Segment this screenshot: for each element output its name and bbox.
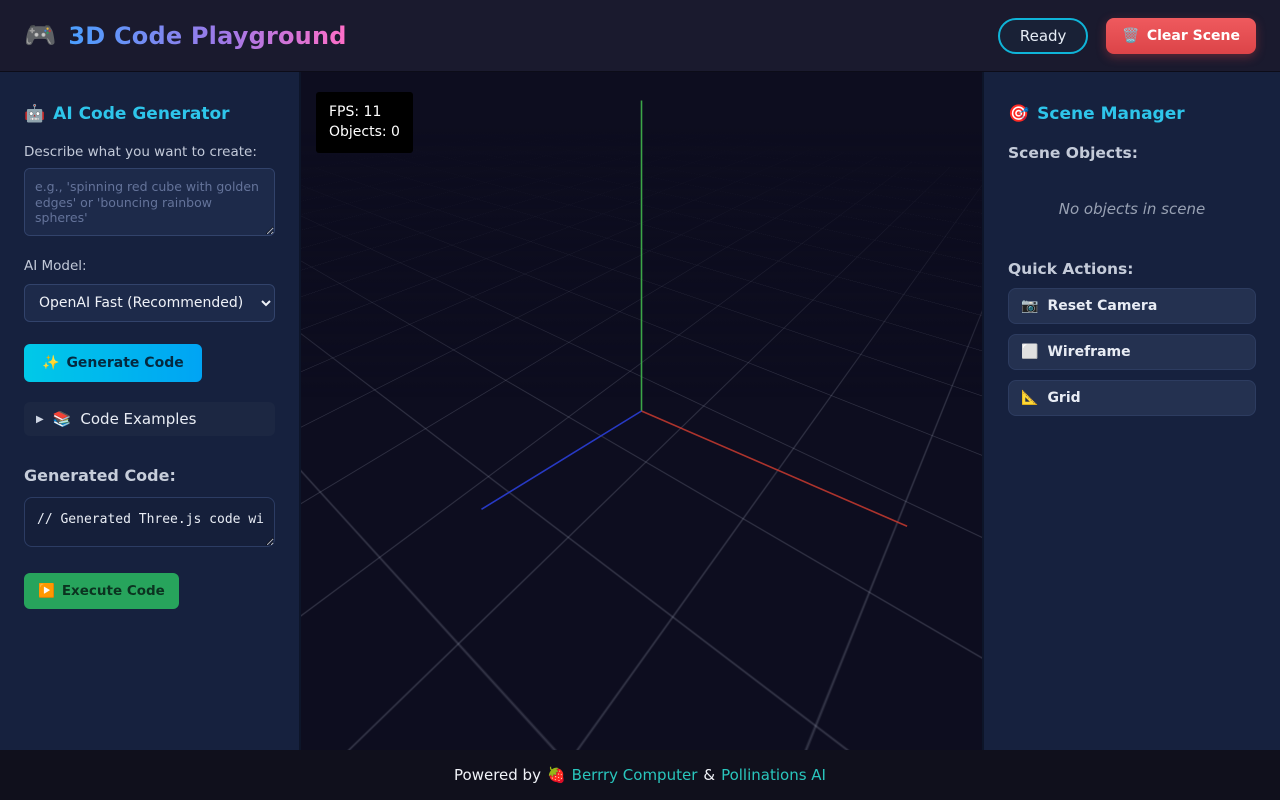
generated-code-box[interactable]: // Generated Three.js code wi — [24, 497, 275, 547]
grid-button[interactable]: 📐 Grid — [1008, 380, 1256, 416]
x-axis-line — [642, 411, 908, 526]
stats-overlay: FPS: 11 Objects: 0 — [316, 92, 413, 153]
z-axis-line — [481, 411, 641, 509]
footer: Powered by 🍓 Berrry Computer & Pollinati… — [0, 750, 1280, 800]
sparkles-icon: ✨ — [42, 355, 59, 371]
describe-label: Describe what you want to create: — [24, 144, 275, 160]
chevron-right-icon: ▶ — [36, 414, 44, 425]
books-icon: 📚 — [53, 410, 72, 428]
target-icon: 🎯 — [1008, 104, 1029, 124]
play-icon: ▶️ — [38, 583, 55, 599]
header: 🎮 3D Code Playground Ready 🗑️ Clear Scen… — [0, 0, 1280, 72]
grid-label: Grid — [1047, 390, 1080, 406]
scene-objects-empty-message: No objects in scene — [1008, 200, 1256, 218]
generated-code-heading: Generated Code: — [24, 466, 275, 485]
execute-code-label: Execute Code — [62, 583, 165, 599]
app-root: 🎮 3D Code Playground Ready 🗑️ Clear Scen… — [0, 0, 1280, 800]
scene-manager-title: 🎯 Scene Manager — [1008, 104, 1256, 124]
ai-generator-panel: 🤖 AI Code Generator Describe what you wa… — [0, 72, 301, 750]
wireframe-button[interactable]: ⬜ Wireframe — [1008, 334, 1256, 370]
pollinations-ai-link[interactable]: Pollinations AI — [721, 766, 826, 784]
ai-generator-title: 🤖 AI Code Generator — [24, 104, 275, 124]
model-label: AI Model: — [24, 258, 275, 274]
viewport-canvas[interactable]: FPS: 11 Objects: 0 — [301, 72, 982, 750]
berrry-computer-link[interactable]: Berrry Computer — [572, 766, 698, 784]
model-select[interactable]: OpenAI Fast (Recommended) — [24, 284, 275, 322]
objects-counter: Objects: 0 — [329, 122, 400, 142]
clear-scene-label: Clear Scene — [1147, 28, 1240, 44]
gamepad-icon: 🎮 — [24, 21, 56, 51]
app-title: 3D Code Playground — [68, 22, 346, 50]
execute-code-button[interactable]: ▶️ Execute Code — [24, 573, 179, 609]
generate-code-label: Generate Code — [66, 355, 183, 371]
reset-camera-label: Reset Camera — [1047, 298, 1157, 314]
reset-camera-button[interactable]: 📷 Reset Camera — [1008, 288, 1256, 324]
square-icon: ⬜ — [1021, 344, 1038, 360]
footer-separator: & — [703, 766, 715, 784]
wireframe-label: Wireframe — [1047, 344, 1130, 360]
powered-by-text: Powered by — [454, 766, 541, 784]
code-examples-label: Code Examples — [80, 410, 196, 428]
scene-manager-panel: 🎯 Scene Manager Scene Objects: No object… — [982, 72, 1280, 750]
ruler-icon: 📐 — [1021, 390, 1038, 406]
generate-code-button[interactable]: ✨ Generate Code — [24, 344, 202, 382]
scene-objects-heading: Scene Objects: — [1008, 144, 1256, 162]
header-actions: Ready 🗑️ Clear Scene — [998, 18, 1256, 54]
prompt-input[interactable] — [24, 168, 275, 236]
status-badge: Ready — [998, 18, 1089, 54]
clear-scene-button[interactable]: 🗑️ Clear Scene — [1106, 18, 1256, 54]
code-examples-toggle[interactable]: ▶ 📚 Code Examples — [36, 410, 263, 428]
fps-counter: FPS: 11 — [329, 102, 400, 122]
code-examples-section: ▶ 📚 Code Examples — [24, 402, 275, 436]
trash-icon: 🗑️ — [1122, 28, 1139, 44]
strawberry-icon: 🍓 — [547, 766, 566, 784]
header-brand: 🎮 3D Code Playground — [24, 21, 347, 51]
ai-generator-title-label: AI Code Generator — [53, 104, 229, 124]
main-content: 🤖 AI Code Generator Describe what you wa… — [0, 72, 1280, 750]
quick-actions-heading: Quick Actions: — [1008, 260, 1256, 278]
scene-manager-title-label: Scene Manager — [1037, 104, 1184, 124]
robot-icon: 🤖 — [24, 104, 45, 124]
camera-icon: 📷 — [1021, 298, 1038, 314]
axes-helper — [301, 72, 982, 750]
